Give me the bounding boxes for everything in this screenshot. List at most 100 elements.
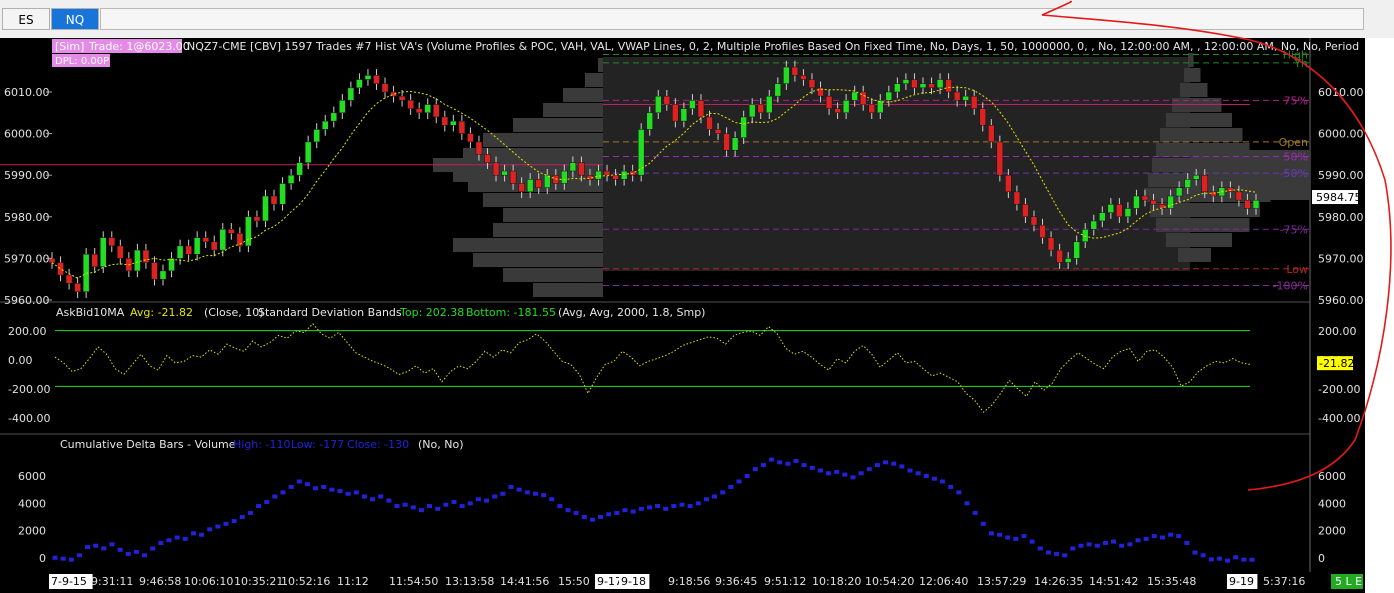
delta-bar [256, 504, 262, 509]
candle-body [433, 104, 440, 118]
candle-body [492, 162, 500, 176]
delta-bar [1119, 543, 1125, 548]
delta-bar [296, 479, 302, 484]
delta-bar [907, 468, 913, 473]
time-tick-label: 13:57:29 [977, 575, 1026, 588]
profile-row [473, 253, 603, 267]
bands-params: (Avg, Avg, 2000, 1.8, Smp) [558, 306, 705, 319]
time-tick-label: 10:35:21 [234, 575, 283, 588]
candle-body [484, 154, 491, 163]
candle-body [415, 108, 423, 114]
candle-body [202, 237, 209, 243]
candle-body [330, 112, 338, 122]
delta-bar [891, 461, 897, 466]
price-tick-label-right: 5960.00 [1318, 294, 1364, 307]
delta-bar [313, 486, 319, 491]
time-axis[interactable]: 7-9-15 9:31:11 9:46:58 10:06:10 10:35:2110:5… [49, 574, 1305, 589]
chart-canvas[interactable]: [Sim] Trade: 1@6023.00 NQZ7-CME [CBV] 15… [0, 0, 1394, 593]
delta-bar [980, 521, 986, 526]
delta-bar [142, 553, 148, 558]
delta-bar [370, 497, 376, 502]
level-label: 75% [1284, 94, 1308, 107]
candle-body [680, 108, 688, 122]
delta-bar [467, 501, 473, 506]
candle-body [740, 116, 747, 139]
time-tick-label: 9:46:58 [139, 575, 181, 588]
delta-bar [125, 551, 131, 556]
candle-body [1184, 179, 1191, 188]
delta-bar [679, 502, 685, 507]
candle-body [979, 108, 987, 126]
delta-bar [231, 519, 237, 524]
candle-body [65, 274, 73, 284]
level-label: Open [1279, 136, 1308, 149]
profile-row [533, 283, 603, 297]
candle-body [1013, 191, 1021, 205]
delta-bar [532, 491, 538, 496]
candle-body [842, 100, 850, 114]
delta-tick-right: 0 [1318, 552, 1325, 565]
delta-bar [150, 546, 156, 551]
askbid-current-label: -21.82 [1319, 357, 1354, 370]
dpl-label: DPL: 0.00P [55, 56, 109, 67]
candle-body [970, 95, 978, 109]
delta-bar [459, 504, 465, 509]
candle-body [1133, 195, 1140, 209]
time-tick-label: 9-18 [621, 575, 646, 588]
delta-bar [883, 460, 889, 465]
profile-row [1180, 83, 1208, 97]
delta-bar [785, 461, 791, 466]
delta-bar [158, 540, 164, 545]
delta-bar [703, 497, 709, 502]
trading-chart-window: ES NQ [Sim] Trade: 1@6023.00 NQZ7-CME [C… [0, 0, 1394, 593]
candle-body [996, 141, 1004, 176]
delta-bar [915, 471, 921, 476]
delta-tick-right: 4000 [1318, 497, 1346, 510]
delta-bar [304, 482, 310, 487]
price-tick-label-right: 5970.00 [1318, 252, 1364, 265]
candle-body [774, 83, 782, 97]
last-price-label: 5984.75 [1316, 191, 1362, 204]
candle-body [48, 258, 56, 263]
profile-row [1184, 68, 1201, 82]
candle-body [253, 216, 261, 222]
delta-bar [956, 490, 962, 495]
candle-body [458, 120, 466, 134]
candle-body [364, 75, 372, 80]
candle-body [407, 100, 414, 109]
delta-bar [712, 494, 718, 499]
delta-bar [1013, 536, 1019, 541]
candle-body [834, 108, 841, 114]
candle-body [373, 75, 380, 84]
delta-bar [207, 527, 213, 532]
profile-row [453, 238, 603, 252]
candle-body [748, 104, 756, 118]
delta-bar [646, 505, 652, 510]
time-tick-label: 14:51:42 [1089, 575, 1138, 588]
delta-bar [386, 498, 392, 503]
delta-bar [484, 498, 490, 503]
price-tick-label-left: 5990.00 [4, 169, 50, 182]
candle-body [800, 75, 807, 80]
delta-bar [964, 501, 970, 506]
delta-tick-left: 0 [39, 552, 46, 565]
candle-body [706, 116, 713, 130]
candle-body [988, 125, 995, 143]
delta-bar [948, 484, 954, 489]
time-tick-label: 10:52:16 [281, 575, 330, 588]
candle-body [381, 83, 389, 93]
candle-body [928, 83, 935, 89]
candle-body [1116, 204, 1123, 218]
candle-body [808, 79, 816, 89]
delta-bar [435, 506, 441, 511]
candle-body [279, 183, 286, 205]
delta-bar [133, 549, 139, 554]
candle-body [151, 262, 158, 280]
delta-bar [736, 479, 742, 484]
askbid-params: (Close, 10) [204, 306, 264, 319]
delta-bar [744, 474, 750, 478]
profile-row [585, 73, 603, 87]
delta-bar [516, 487, 522, 492]
delta-bar [1168, 532, 1174, 537]
candle-body [467, 133, 474, 143]
